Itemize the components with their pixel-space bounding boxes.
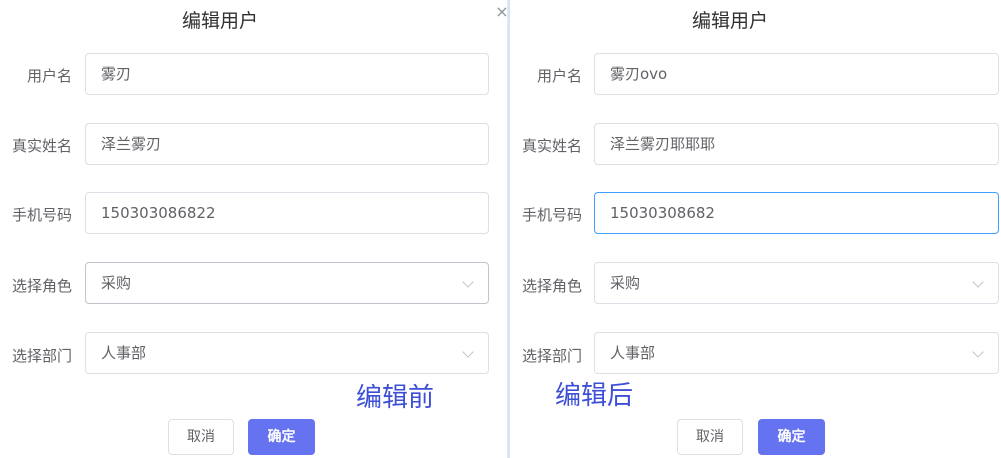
realname-input[interactable]: 泽兰雾刃 [85,123,489,165]
department-label: 选择部门 [521,347,582,365]
role-select-value: 采购 [101,274,132,292]
phone-input[interactable]: 15030308682 [594,192,999,234]
phone-label: 手机号码 [11,206,72,224]
department-select[interactable]: 人事部 [85,332,489,374]
department-select-value: 人事部 [610,344,656,362]
phone-label: 手机号码 [521,206,582,224]
username-label: 用户名 [26,67,72,85]
role-select-value: 采购 [610,274,641,292]
close-icon[interactable]: × [494,4,510,20]
department-select[interactable]: 人事部 [594,332,999,374]
before-annotation: 编辑前 [356,383,435,413]
confirm-button[interactable]: 确定 [758,419,825,455]
role-select[interactable]: 采购 [594,262,999,304]
role-label: 选择角色 [521,277,582,295]
confirm-button[interactable]: 确定 [248,419,315,455]
realname-input[interactable]: 泽兰雾刃耶耶耶 [594,123,999,165]
dialog-title: 编辑用户 [182,10,259,32]
chevron-down-icon [972,276,984,288]
dialog-title: 编辑用户 [692,10,769,32]
cancel-button[interactable]: 取消 [677,419,743,455]
department-select-value: 人事部 [101,344,147,362]
cancel-button[interactable]: 取消 [168,419,234,455]
realname-label: 真实姓名 [521,137,582,155]
chevron-down-icon [972,346,984,358]
chevron-down-icon [462,276,474,288]
after-annotation: 编辑后 [555,381,634,411]
edit-user-dialog-after: 编辑用户 用户名 雾刃ovo 真实姓名 泽兰雾刃耶耶耶 手机号码 1503030… [510,0,1001,458]
realname-label: 真实姓名 [11,137,72,155]
role-label: 选择角色 [11,277,72,295]
username-label: 用户名 [536,67,582,85]
role-select[interactable]: 采购 [85,262,489,304]
phone-input[interactable]: 150303086822 [85,192,489,234]
chevron-down-icon [462,346,474,358]
username-input[interactable]: 雾刃 [85,53,489,95]
department-label: 选择部门 [11,347,72,365]
edit-user-dialog-before: 编辑用户 用户名 雾刃 真实姓名 泽兰雾刃 手机号码 150303086822 … [0,0,508,458]
username-input[interactable]: 雾刃ovo [594,53,999,95]
